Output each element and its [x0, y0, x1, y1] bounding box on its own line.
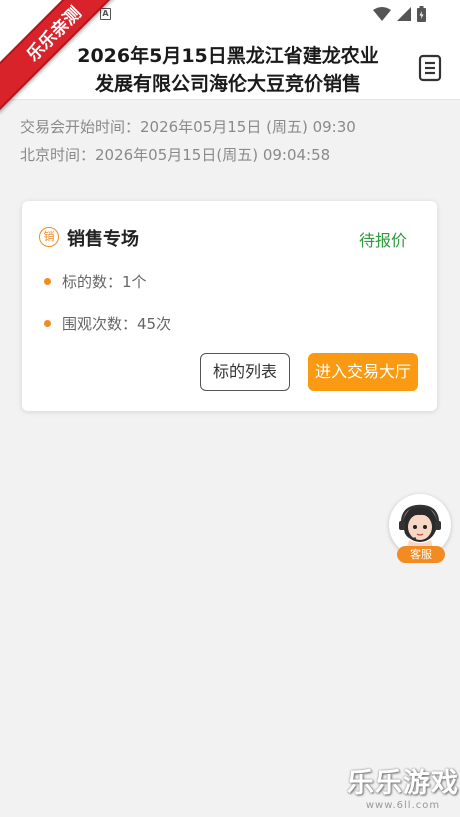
enter-trading-hall-button[interactable]: 进入交易大厅	[308, 353, 418, 391]
watermark-title: 乐乐游戏	[347, 768, 459, 799]
page-title: 2026年5月15日黑龙江省建龙农业发展有限公司海伦大豆竞价销售	[77, 45, 379, 95]
start-time-text: 交易会开始时间：2026年05月15日 (周五) 09:30	[20, 118, 356, 136]
status-notifications: A	[100, 8, 111, 20]
status-label: 待报价	[358, 231, 407, 250]
watermark-url: www.6ll.com	[365, 800, 441, 811]
wifi-icon	[373, 7, 391, 21]
lot-count-row: 标的数：1个	[44, 271, 147, 292]
watermark: 乐乐游戏 www.6ll.com	[347, 768, 459, 814]
trade-info: 交易会开始时间：2026年05月15日 (周五) 09:30 北京时间：2026…	[20, 113, 356, 169]
customer-service-label: 客服	[397, 546, 445, 563]
document-icon	[418, 54, 442, 82]
signal-icon	[397, 7, 411, 21]
sale-session-card: 销 销售专场 待报价 标的数：1个 围观次数：45次 标的列表 进入交易大厅	[22, 201, 437, 411]
bullet-dot	[44, 278, 51, 285]
bullet-dot	[44, 320, 51, 327]
view-count-row: 围观次数：45次	[44, 313, 171, 334]
card-title: 销售专场	[67, 229, 139, 250]
sale-badge-icon: 销	[39, 227, 59, 247]
beijing-time-text: 北京时间：2026年05月15日(周五) 09:04:58	[20, 146, 331, 164]
lot-list-button[interactable]: 标的列表	[200, 353, 290, 391]
document-button[interactable]	[418, 54, 442, 82]
battery-icon	[417, 6, 426, 22]
view-count-text: 围观次数：45次	[62, 315, 172, 333]
customer-service-button[interactable]: 客服	[389, 494, 453, 566]
app-notification-icon: A	[100, 8, 111, 20]
status-icons	[373, 6, 426, 22]
lot-count-text: 标的数：1个	[62, 273, 147, 291]
